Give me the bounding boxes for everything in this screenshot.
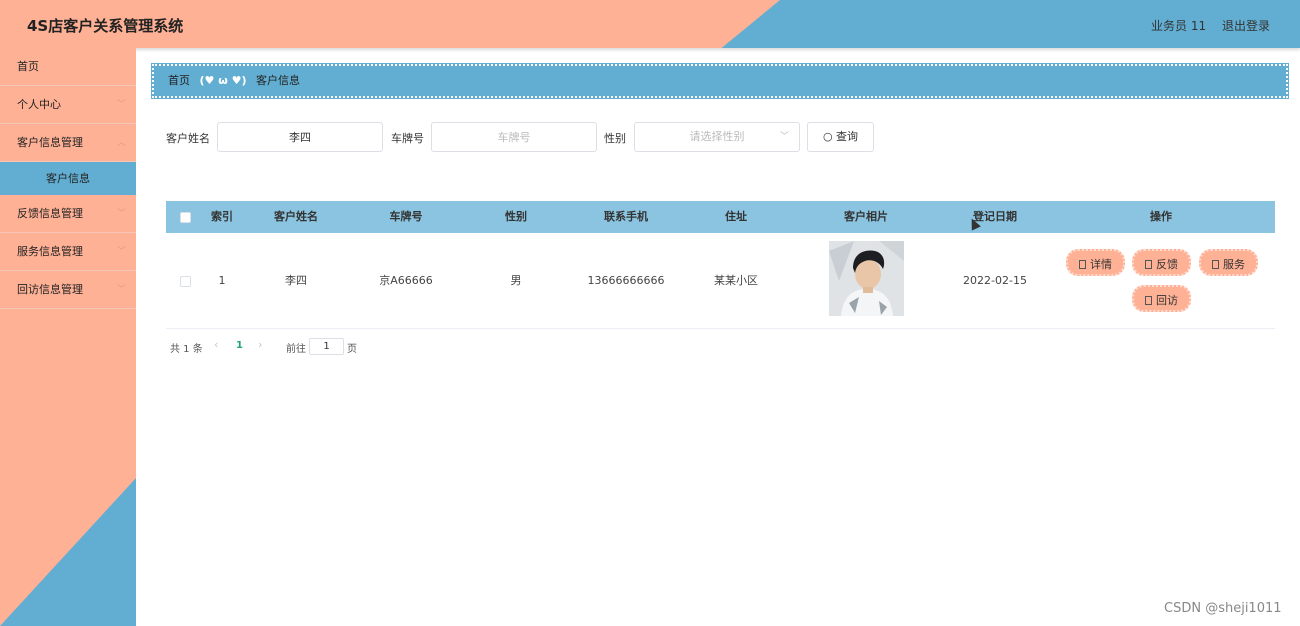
breadcrumb-separator: (♥ ω ♥) [199, 74, 247, 87]
service-button-label: 服务 [1223, 258, 1245, 271]
plate-label: 车牌号 [391, 132, 424, 145]
detail-button-label: 详情 [1090, 258, 1112, 271]
chevron-up-icon: ︿ [116, 138, 126, 148]
sidebar: 首页 个人中心 ﹀ 客户信息管理 ︿ 客户信息 反馈信息管理 ﹀ 服务信息管理 … [0, 48, 136, 626]
col-gender: 性别 [505, 210, 527, 223]
feedback-button-label: 反馈 [1156, 258, 1178, 271]
document-icon [1145, 296, 1152, 305]
search-button-label: 查询 [836, 130, 859, 143]
watermark: CSDN @sheji1011 [1164, 601, 1282, 616]
sidebar-item-revisit-management[interactable]: 回访信息管理 ﹀ [0, 271, 136, 309]
gender-select[interactable]: 请选择性别 ﹀ [634, 122, 800, 152]
service-button[interactable]: 服务 [1199, 249, 1258, 276]
row-checkbox[interactable] [180, 276, 191, 287]
search-button[interactable]: ○ 查询 [807, 122, 874, 152]
cell-date: 2022-02-15 [963, 274, 1027, 287]
revisit-button[interactable]: 回访 [1132, 285, 1191, 312]
col-date: 登记日期 [973, 210, 1017, 223]
chevron-down-icon: ﹀ [779, 132, 789, 142]
sidebar-item-label: 个人中心 [17, 98, 61, 111]
chevron-down-icon: ﹀ [116, 100, 126, 110]
sidebar-item-label: 首页 [17, 60, 39, 73]
sidebar-item-home[interactable]: 首页 [0, 48, 136, 86]
prev-page-icon[interactable]: ‹ [214, 338, 218, 351]
chevron-down-icon: ﹀ [116, 285, 126, 295]
sidebar-item-label: 服务信息管理 [17, 245, 83, 258]
col-actions: 操作 [1150, 210, 1172, 223]
document-icon [1212, 260, 1219, 269]
cell-phone: 13666666666 [587, 274, 665, 287]
detail-button[interactable]: 详情 [1066, 249, 1125, 276]
name-label: 客户姓名 [166, 132, 210, 145]
table-row: 1 李四 京A66666 男 13666666666 某某小区 2022-02-… [166, 233, 1275, 329]
breadcrumb-home[interactable]: 首页 [168, 74, 190, 87]
customer-photo[interactable] [829, 241, 904, 316]
pagination-suffix: 页 [347, 344, 357, 355]
portrait-image [829, 241, 904, 316]
col-name: 客户姓名 [274, 210, 318, 223]
gender-select-placeholder: 请选择性别 [689, 130, 745, 143]
plate-input[interactable] [431, 122, 597, 152]
sidebar-decoration [0, 478, 136, 626]
chevron-down-icon: ﹀ [116, 247, 126, 257]
chevron-down-icon: ﹀ [116, 209, 126, 219]
sidebar-item-profile[interactable]: 个人中心 ﹀ [0, 86, 136, 124]
logout-link[interactable]: 退出登录 [1222, 17, 1270, 34]
revisit-button-label: 回访 [1156, 294, 1178, 307]
document-icon [1145, 260, 1152, 269]
gender-label: 性别 [604, 132, 626, 145]
sidebar-item-customer-management[interactable]: 客户信息管理 ︿ [0, 124, 136, 162]
page-jump-input[interactable] [309, 338, 344, 355]
cell-name: 李四 [285, 274, 307, 287]
col-index: 索引 [211, 210, 233, 223]
breadcrumb-current: 客户信息 [256, 74, 300, 87]
current-user: 业务员 11 [1151, 19, 1207, 33]
table-header: 索引 客户姓名 车牌号 性别 联系手机 住址 客户相片 登记日期 操作 [166, 201, 1275, 233]
col-address: 住址 [725, 210, 747, 223]
pagination-goto: 前往 [286, 344, 306, 355]
document-icon [1079, 260, 1086, 269]
app-title: 4S店客户关系管理系统 [27, 17, 184, 35]
search-icon: ○ [822, 130, 833, 143]
sidebar-subitem-customer-info[interactable]: 客户信息 [0, 162, 136, 195]
cell-gender: 男 [510, 274, 522, 287]
next-page-icon[interactable]: › [258, 338, 262, 351]
col-phone: 联系手机 [604, 210, 648, 223]
feedback-button[interactable]: 反馈 [1132, 249, 1191, 276]
sidebar-item-label: 客户信息管理 [17, 136, 83, 149]
cell-index: 1 [218, 274, 226, 287]
col-photo: 客户相片 [844, 210, 888, 223]
col-plate: 车牌号 [389, 210, 423, 223]
page-number[interactable]: 1 [236, 340, 243, 351]
top-header: 4S店客户关系管理系统 业务员 11 退出登录 [0, 0, 1300, 48]
cell-address: 某某小区 [714, 274, 758, 287]
sidebar-item-label: 反馈信息管理 [17, 207, 83, 220]
sidebar-item-feedback-management[interactable]: 反馈信息管理 ﹀ [0, 195, 136, 233]
select-all-checkbox[interactable] [180, 212, 191, 223]
cell-plate: 京A66666 [379, 274, 433, 287]
sidebar-item-service-management[interactable]: 服务信息管理 ﹀ [0, 233, 136, 271]
pagination-total: 共 1 条 [170, 344, 203, 355]
sidebar-item-label: 回访信息管理 [17, 283, 83, 296]
breadcrumb: 首页 (♥ ω ♥) 客户信息 [151, 63, 1289, 99]
customer-name-input[interactable] [217, 122, 383, 152]
